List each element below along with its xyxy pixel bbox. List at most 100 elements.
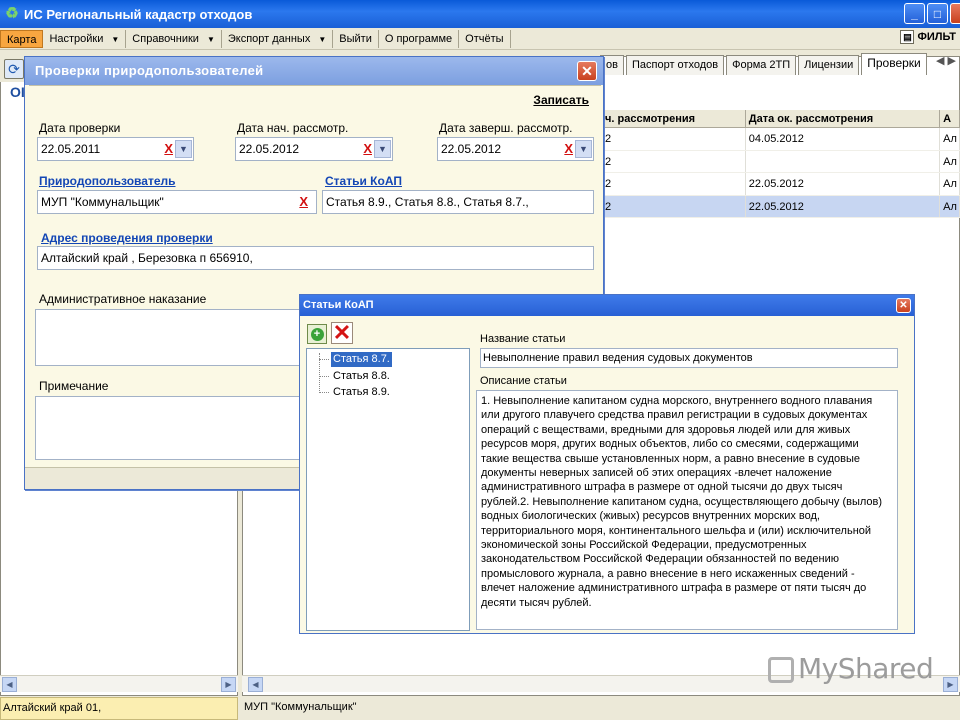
- penalty-label: Административное наказание: [39, 292, 207, 306]
- articles-dialog: Статьи КоАП ✕ + ✕ Статья 8.7. Статья 8.8.…: [299, 294, 915, 634]
- date-start-label: Дата нач. рассмотр.: [237, 121, 349, 135]
- table-cell: Ал: [940, 150, 960, 172]
- articles-link[interactable]: Статьи КоАП: [325, 174, 402, 188]
- description-line: операций с веществами, вредными для здор…: [481, 423, 851, 436]
- dialog-title: Проверки природопользователей: [25, 57, 603, 85]
- clear-icon[interactable]: X: [564, 138, 573, 160]
- articles-field[interactable]: Статья 8.9., Статья 8.8., Статья 8.7.,: [322, 190, 594, 214]
- tree-item[interactable]: Статья 8.8.: [331, 369, 392, 384]
- table-row[interactable]: 2 22.05.2012 Ал: [602, 173, 960, 196]
- maximize-button[interactable]: □: [927, 3, 948, 24]
- watermark-logo-icon: [768, 657, 794, 683]
- table-cell: 2: [602, 128, 746, 150]
- main-title-bar: ♻ ИС Региональный кадастр отходов: [0, 0, 960, 28]
- left-panel-title: ОІ: [10, 84, 25, 100]
- table-row[interactable]: 2 04.05.2012 Ал: [602, 128, 960, 151]
- tab[interactable]: Лицензии: [798, 55, 860, 75]
- left-horizontal-scrollbar[interactable]: ◀ ▶: [0, 675, 238, 692]
- close-dialog-icon[interactable]: ✕: [577, 61, 597, 81]
- note-label: Примечание: [39, 379, 109, 393]
- menu-item[interactable]: Экспорт данных ▼: [222, 29, 334, 48]
- table-cell: 2: [602, 173, 746, 195]
- address-link[interactable]: Адрес проведения проверки: [41, 231, 213, 245]
- table-cell: 22.05.2012: [746, 195, 941, 217]
- menu-item-label: Выйти: [339, 32, 372, 45]
- article-desc-label: Описание статьи: [480, 375, 567, 387]
- clear-icon[interactable]: X: [164, 138, 173, 160]
- scroll-right-icon[interactable]: ▶: [221, 677, 236, 692]
- date-start-field[interactable]: 22.05.2012 X ▼: [235, 137, 393, 161]
- date-check-value: 22.05.2011: [41, 142, 101, 156]
- table-cell: Ал: [940, 195, 960, 217]
- scroll-left-icon[interactable]: ◀: [2, 677, 17, 692]
- table-row[interactable]: 2 Ал: [602, 150, 960, 173]
- menu-item[interactable]: Справочники ▼: [126, 29, 222, 48]
- tab[interactable]: Проверки: [861, 53, 927, 75]
- chevron-down-icon: ▼: [111, 34, 120, 44]
- chevron-down-icon: ▼: [318, 34, 327, 44]
- date-check-label: Дата проверки: [39, 121, 121, 135]
- column-header[interactable]: Дата ок. рассмотрения: [746, 110, 941, 127]
- chevron-down-icon[interactable]: ▼: [374, 140, 391, 158]
- close-app-button[interactable]: [950, 3, 960, 24]
- table-header: ч. рассмотрения Дата ок. рассмотрения А: [602, 110, 960, 128]
- clear-icon[interactable]: X: [299, 191, 308, 213]
- description-line: рублей.2. Невыполнение капитаном судна, …: [481, 495, 883, 508]
- date-check-field[interactable]: 22.05.2011 X ▼: [37, 137, 194, 161]
- user-value: МУП "Коммунальщик": [41, 195, 164, 209]
- menu-item-label: Отчёты: [465, 32, 504, 45]
- user-link[interactable]: Природопользователь: [39, 174, 176, 188]
- menu-item-label: Карта: [7, 33, 37, 46]
- table-cell: 04.05.2012: [746, 128, 941, 150]
- tab[interactable]: Паспорт отходов: [625, 55, 725, 75]
- menu-item[interactable]: Карта: [0, 29, 44, 48]
- date-end-field[interactable]: 22.05.2012 X ▼: [437, 137, 594, 161]
- delete-icon[interactable]: ✕: [331, 322, 353, 344]
- description-line: десяти тысяч рублей.: [481, 596, 592, 609]
- description-line: ресурсов моря, других водных объектов, л…: [481, 438, 859, 451]
- tab-scroll-arrows-icon[interactable]: ◀ ▶: [936, 54, 956, 67]
- description-line: административного штрафа в размере от од…: [481, 481, 843, 494]
- save-button[interactable]: Записать: [533, 93, 589, 107]
- user-field[interactable]: МУП "Коммунальщик" X: [37, 190, 317, 214]
- tab[interactable]: Форма 2ТП: [726, 55, 797, 75]
- filter-label: ФИЛЬТ: [917, 31, 956, 43]
- description-line: территориального моря, континентального …: [481, 524, 872, 537]
- app-title: ИС Региональный кадастр отходов: [24, 6, 253, 22]
- address-field[interactable]: Алтайский край , Березовка п 656910,: [37, 246, 594, 270]
- tree-item[interactable]: Статья 8.9.: [331, 385, 392, 400]
- refresh-icon[interactable]: ⟳: [4, 59, 24, 79]
- description-line: влечет наложение административного штраф…: [481, 582, 867, 595]
- chevron-down-icon[interactable]: ▼: [175, 140, 192, 158]
- table-cell: Ал: [940, 173, 960, 195]
- tree-line: [319, 376, 329, 377]
- dialog-title: Статьи КоАП: [300, 295, 914, 316]
- table-row[interactable]: 2 22.05.2012 Ал: [602, 195, 960, 218]
- menu-item[interactable]: Выйти: [333, 29, 379, 48]
- description-line: экономической зоны Российской Федерации,…: [481, 539, 807, 552]
- scroll-right-icon[interactable]: ▶: [943, 677, 958, 692]
- description-line: 1. Невыполнение капитаном судна морского…: [481, 395, 873, 407]
- filter-button[interactable]: ▤ ФИЛЬТ: [900, 30, 956, 44]
- chevron-down-icon[interactable]: ▼: [575, 140, 592, 158]
- description-line: водных биологических (живых) ресурсов вн…: [481, 510, 820, 523]
- article-description[interactable]: 1. Невыполнение капитаном судна морского…: [476, 390, 898, 630]
- clear-icon[interactable]: X: [363, 138, 372, 160]
- description-line: такие вещества свыше установленных норм,…: [481, 452, 861, 465]
- recycle-icon: ♻: [5, 5, 19, 22]
- add-button[interactable]: +: [307, 324, 327, 344]
- filter-icon: ▤: [900, 30, 915, 44]
- scroll-left-icon[interactable]: ◀: [248, 677, 263, 692]
- menu-item[interactable]: Настройки ▼: [43, 29, 127, 48]
- close-dialog-icon[interactable]: ✕: [896, 298, 911, 313]
- menu-item[interactable]: Отчёты: [459, 29, 511, 48]
- article-name-field[interactable]: Невыполнение правил ведения судовых доку…: [480, 348, 898, 368]
- articles-tree: Статья 8.7. Статья 8.8. Статья 8.9.: [306, 348, 470, 631]
- tree-item[interactable]: Статья 8.7.: [331, 352, 392, 367]
- column-header[interactable]: А: [940, 110, 960, 127]
- menu-item[interactable]: О программе: [379, 29, 460, 48]
- minimize-button[interactable]: _: [904, 3, 925, 24]
- table-cell: 22.05.2012: [746, 173, 941, 195]
- column-header[interactable]: ч. рассмотрения: [602, 110, 746, 127]
- date-start-value: 22.05.2012: [239, 142, 300, 156]
